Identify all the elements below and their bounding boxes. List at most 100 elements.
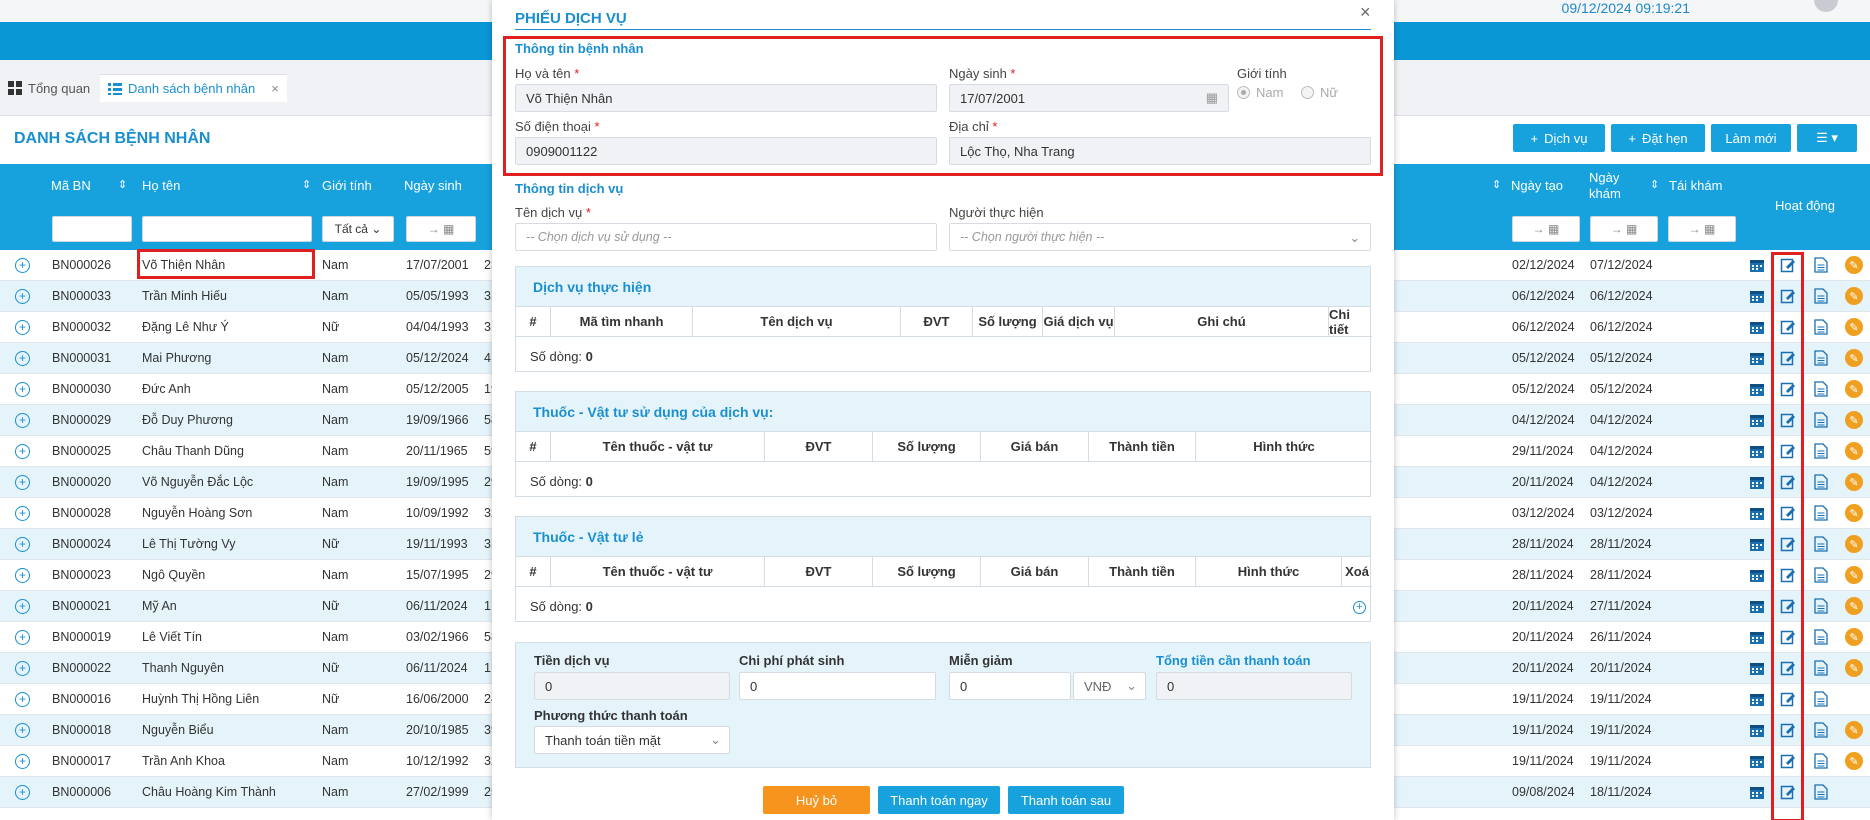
pencil-icon[interactable]: ✎ [1845,318,1863,336]
column-menu-button[interactable]: ☰ ▾ [1797,124,1857,152]
expand-icon[interactable]: + [15,537,30,552]
pencil-icon[interactable]: ✎ [1845,628,1863,646]
payment-method-select[interactable]: Thanh toán tiền mặt ⌄ [534,726,730,754]
calendar-icon[interactable] [1748,690,1766,708]
name-filter-input[interactable] [142,216,312,242]
calendar-icon[interactable] [1748,566,1766,584]
patient-address-field[interactable]: Lộc Thọ, Nha Trang [949,137,1371,165]
sort-icon[interactable]: ⇕ [118,178,127,191]
calendar-icon[interactable] [1748,349,1766,367]
calendar-icon[interactable] [1748,380,1766,398]
performer-select[interactable]: -- Chọn người thực hiện -- ⌄ [949,223,1371,251]
gender-filter-select[interactable]: Tất cả ⌄ [322,216,394,242]
patient-name-field[interactable]: Võ Thiện Nhân [515,84,937,112]
calendar-icon[interactable] [1748,473,1766,491]
calendar-icon[interactable] [1748,256,1766,274]
tab-patient-list[interactable]: Danh sách bệnh nhân × [100,74,287,102]
close-icon[interactable]: × [1360,2,1371,23]
calendar-icon[interactable] [1748,411,1766,429]
expand-icon[interactable]: + [15,754,30,769]
calendar-icon[interactable] [1748,659,1766,677]
col-exam[interactable]: Ngày khám [1589,170,1629,202]
calendar-icon[interactable] [1748,535,1766,553]
calendar-icon[interactable] [1748,287,1766,305]
pencil-icon[interactable]: ✎ [1845,721,1863,739]
pencil-icon[interactable]: ✎ [1845,473,1863,491]
pencil-icon[interactable]: ✎ [1845,659,1863,677]
pencil-icon[interactable]: ✎ [1845,504,1863,522]
col-reexam[interactable]: Tái khám [1669,178,1722,193]
service-button[interactable]: + Dịch vụ [1513,124,1605,152]
calendar-icon[interactable] [1748,318,1766,336]
calendar-icon[interactable] [1748,752,1766,770]
col-code[interactable]: Mã BN [51,178,91,193]
pencil-icon[interactable]: ✎ [1845,597,1863,615]
cancel-button[interactable]: Huỷ bỏ [763,786,870,814]
sort-icon[interactable]: ⇕ [302,178,311,191]
document-icon[interactable] [1812,411,1830,429]
avatar[interactable] [1814,0,1838,12]
document-icon[interactable] [1812,504,1830,522]
expand-icon[interactable]: + [15,382,30,397]
document-icon[interactable] [1812,535,1830,553]
sort-icon[interactable]: ⇕ [1650,178,1659,191]
discount-input[interactable]: 0 [949,672,1071,700]
currency-select[interactable]: VNĐ ⌄ [1073,672,1146,700]
document-icon[interactable] [1812,783,1830,801]
refresh-button[interactable]: Làm mới [1711,124,1791,152]
created-filter-input[interactable]: → ▦ [1512,216,1580,242]
pay-now-button[interactable]: Thanh toán ngay [878,786,1000,814]
calendar-icon[interactable] [1748,721,1766,739]
extra-cost-input[interactable]: 0 [739,672,936,700]
gender-male-radio[interactable] [1237,86,1250,99]
expand-icon[interactable]: + [15,506,30,521]
document-icon[interactable] [1812,318,1830,336]
expand-icon[interactable]: + [15,568,30,583]
expand-icon[interactable]: + [15,599,30,614]
dob-filter-input[interactable]: → ▦ [406,216,476,242]
document-icon[interactable] [1812,349,1830,367]
col-dob[interactable]: Ngày sinh [404,178,462,193]
document-icon[interactable] [1812,256,1830,274]
pencil-icon[interactable]: ✎ [1845,752,1863,770]
pencil-icon[interactable]: ✎ [1845,256,1863,274]
pencil-icon[interactable]: ✎ [1845,442,1863,460]
service-select[interactable]: -- Chọn dịch vụ sử dụng -- [515,223,937,251]
document-icon[interactable] [1812,659,1830,677]
expand-icon[interactable]: + [15,444,30,459]
tab-overview[interactable]: Tổng quan [0,74,98,102]
document-icon[interactable] [1812,380,1830,398]
document-icon[interactable] [1812,721,1830,739]
document-icon[interactable] [1812,597,1830,615]
expand-icon[interactable]: + [15,320,30,335]
expand-icon[interactable]: + [15,258,30,273]
calendar-icon[interactable] [1748,504,1766,522]
document-icon[interactable] [1812,566,1830,584]
code-filter-input[interactable] [52,216,132,242]
pencil-icon[interactable]: ✎ [1845,380,1863,398]
gender-female-radio[interactable] [1301,86,1314,99]
document-icon[interactable] [1812,628,1830,646]
col-gender[interactable]: Giới tính [322,178,372,193]
pencil-icon[interactable]: ✎ [1845,287,1863,305]
calendar-icon[interactable] [1748,597,1766,615]
reexam-filter-input[interactable]: → ▦ [1668,216,1736,242]
close-icon[interactable]: × [271,81,279,96]
col-created[interactable]: Ngày tạo [1511,178,1563,193]
expand-icon[interactable]: + [15,785,30,800]
patient-phone-field[interactable]: 0909001122 [515,137,937,165]
document-icon[interactable] [1812,473,1830,491]
expand-icon[interactable]: + [15,351,30,366]
pencil-icon[interactable]: ✎ [1845,411,1863,429]
expand-icon[interactable]: + [15,289,30,304]
pencil-icon[interactable]: ✎ [1845,566,1863,584]
expand-icon[interactable]: + [15,413,30,428]
document-icon[interactable] [1812,690,1830,708]
add-row-icon[interactable]: + [1353,601,1366,614]
expand-icon[interactable]: + [15,475,30,490]
col-name[interactable]: Họ tên [142,178,180,193]
appointment-button[interactable]: + Đặt hẹn [1611,124,1705,152]
pencil-icon[interactable]: ✎ [1845,349,1863,367]
exam-filter-input[interactable]: → ▦ [1590,216,1658,242]
expand-icon[interactable]: + [15,630,30,645]
